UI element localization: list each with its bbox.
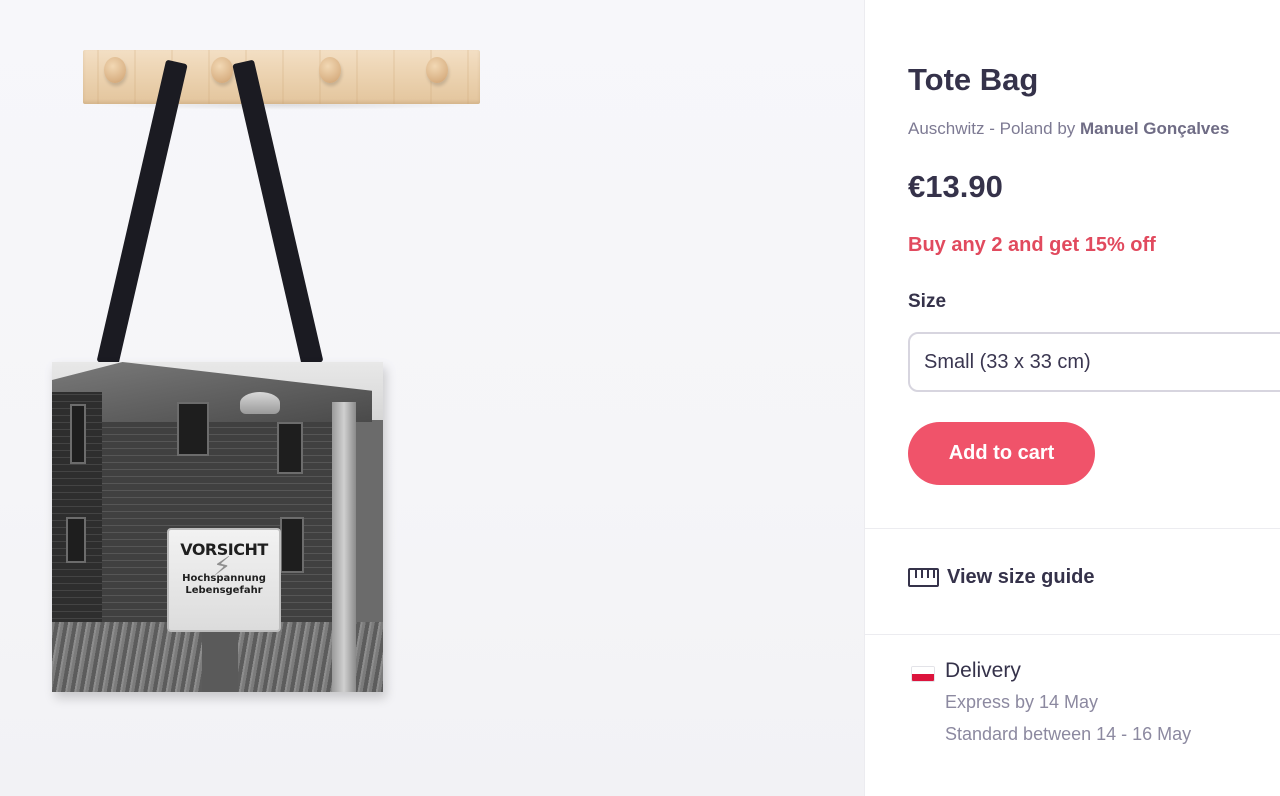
fence-post [332, 402, 356, 692]
lamp-icon [240, 392, 280, 414]
wooden-peg-rack [83, 50, 480, 104]
product-price: €13.90 [908, 169, 1003, 204]
product-title: Tote Bag [908, 62, 1039, 97]
promo-text: Buy any 2 and get 15% off [908, 234, 1156, 256]
delivery-express: Express by 14 May [945, 692, 1099, 712]
sign-text-line3: Lebensgefahr [185, 585, 263, 596]
product-details-panel: Tote Bag Auschwitz - Poland by Manuel Go… [865, 0, 1280, 796]
sign-post [202, 632, 238, 692]
peg [211, 57, 233, 83]
design-title: Auschwitz - Poland [908, 119, 1053, 138]
window [70, 404, 86, 464]
size-select[interactable]: Small (33 x 33 cm) [908, 332, 1280, 392]
view-size-guide-link[interactable]: View size guide [908, 566, 1094, 589]
tote-bag: VORSICHT ⚡ Hochspannung Lebensgefahr [52, 362, 383, 692]
poland-flag-icon [911, 666, 935, 682]
artist-link[interactable]: Manuel Gonçalves [1080, 119, 1229, 138]
divider [865, 528, 1280, 529]
size-selected-value: Small (33 x 33 cm) [924, 350, 1091, 373]
size-guide-label: View size guide [947, 566, 1095, 588]
window [280, 517, 304, 573]
divider [865, 634, 1280, 635]
delivery-standard: Standard between 14 - 16 May [945, 724, 1192, 744]
product-byline: Auschwitz - Poland by Manuel Gonçalves [908, 119, 1229, 139]
lightning-bolt-icon: ⚡ [213, 552, 232, 582]
peg [319, 57, 341, 83]
add-to-cart-button[interactable]: Add to cart [908, 422, 1095, 485]
product-image: VORSICHT ⚡ Hochspannung Lebensgefahr [0, 0, 864, 796]
peg [426, 57, 448, 83]
warning-sign: VORSICHT ⚡ Hochspannung Lebensgefahr [167, 528, 281, 632]
size-label: Size [908, 291, 947, 312]
delivery-heading: Delivery [945, 659, 1021, 682]
by-word: by [1057, 119, 1076, 138]
window [277, 422, 303, 474]
peg [104, 57, 126, 83]
window [177, 402, 209, 456]
ruler-icon [908, 568, 939, 587]
window [66, 517, 86, 563]
